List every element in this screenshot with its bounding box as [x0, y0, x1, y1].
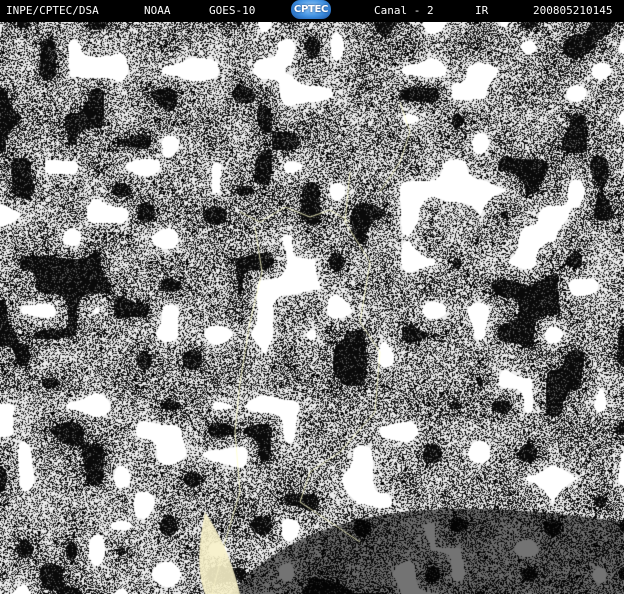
band-label: IR	[475, 4, 489, 17]
agency-label: NOAA	[144, 4, 171, 17]
channel-label: Canal - 2	[374, 4, 434, 17]
satellite-image-header: INPE/CPTEC/DSA NOAA GOES-10 CPTEC Canal …	[0, 0, 624, 22]
infrared-satellite-image	[0, 22, 624, 594]
satellite-label: GOES-10	[209, 4, 256, 17]
cptec-logo: CPTEC	[291, 0, 331, 19]
timestamp-label: 200805210145	[533, 4, 613, 17]
source-label: INPE/CPTEC/DSA	[6, 4, 99, 17]
